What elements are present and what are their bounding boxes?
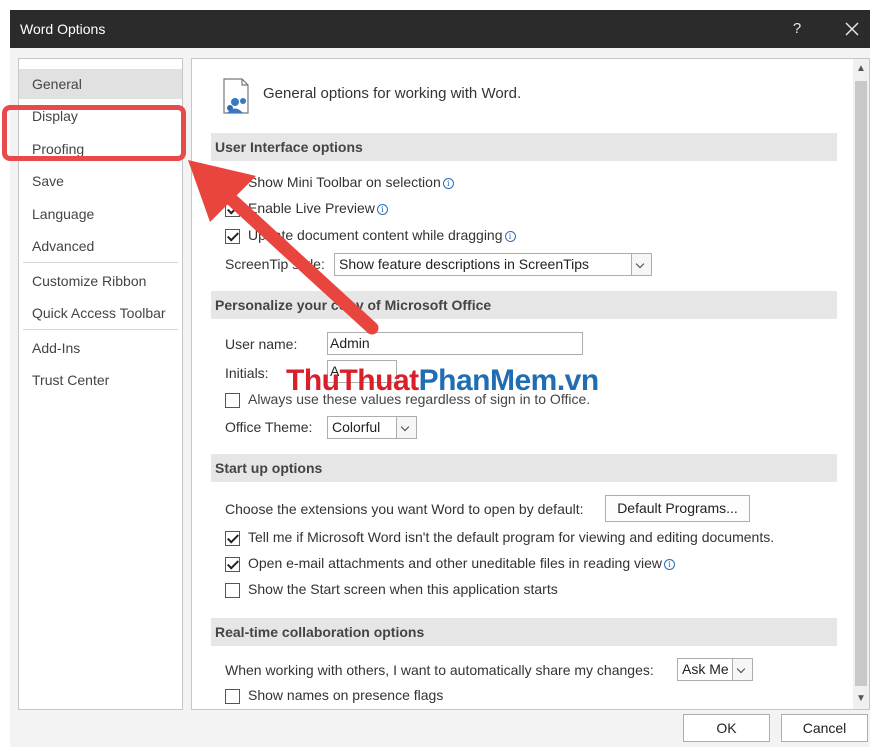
pointer-arrow-shaft	[223, 191, 379, 335]
watermark-part1: ThuThuat	[286, 364, 419, 397]
watermark-part2: PhanMem.vn	[418, 364, 600, 397]
site-watermark: ThuThuatPhanMem.vn	[286, 364, 599, 398]
